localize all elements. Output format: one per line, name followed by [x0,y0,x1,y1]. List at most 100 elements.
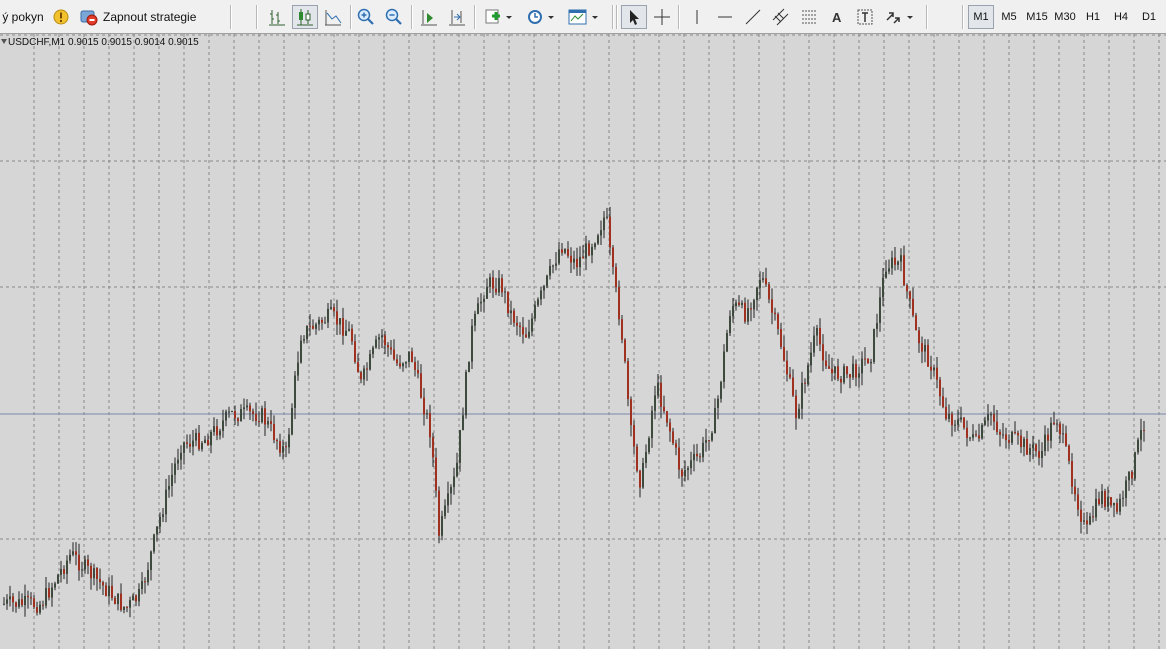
candle-body [534,305,536,319]
candle-body [447,493,449,506]
periods-button[interactable] [522,5,560,29]
candle-body [939,379,941,397]
chart-shift-button[interactable] [417,5,441,29]
candle-body [117,593,119,604]
candle-body [837,366,839,379]
candle-body [576,258,578,268]
candle-body [690,460,692,469]
timeframe-m30-button[interactable]: M30 [1052,5,1078,29]
candle-body [153,534,155,552]
price-chart[interactable] [0,34,1166,649]
new-order-button[interactable]: ý pokyn [0,5,46,29]
candle-body [489,277,491,287]
cursor-button[interactable] [621,5,647,29]
timeframe-m5-button[interactable]: M5 [996,5,1022,29]
text-label-button[interactable] [853,5,877,29]
timeframe-label: H4 [1113,11,1129,23]
alert-button[interactable] [50,5,72,29]
candle-body [1095,498,1097,518]
candle-chart-button[interactable] [292,5,318,29]
candle-body [1113,503,1115,506]
candle-body [1041,451,1043,458]
timeframe-m1-button[interactable]: M1 [968,5,994,29]
candle-body [30,597,32,599]
horizontal-line-button[interactable] [713,5,737,29]
candle-body [54,583,56,588]
candle-body [78,554,80,571]
candle-body [150,551,152,570]
timeframe-h4-button[interactable]: H4 [1108,5,1134,29]
candle-body [1107,497,1109,507]
candle-body [759,279,761,288]
candle-body [363,368,365,380]
candle-body [15,602,17,607]
arrows-button[interactable] [881,5,919,29]
candle-body [771,299,773,313]
candle-body [528,331,530,338]
candle-body [891,257,893,269]
timeframe-d1-button[interactable]: D1 [1136,5,1162,29]
candle-body [1125,480,1127,498]
candle-body [213,426,215,432]
text-button[interactable]: A [825,5,849,29]
zoom-in-button[interactable] [354,5,378,29]
zoom-out-button[interactable] [382,5,406,29]
candle-body [519,325,521,328]
candle-body [747,308,749,322]
candle-body [72,551,74,555]
candle-body [24,595,26,606]
candle-body [768,284,770,300]
candle-body [1035,444,1037,452]
candle-body [486,287,488,299]
strategy-icon [80,10,98,26]
timeframe-m15-button[interactable]: M15 [1024,5,1050,29]
text-label-icon [857,9,873,25]
trend-line-icon [745,9,761,25]
candle-body [849,374,851,378]
candle-body [729,316,731,334]
candle-body [585,243,587,259]
strategy-toggle-button[interactable]: Zapnout strategie [76,5,200,29]
toolbar-separator [678,5,680,29]
candle-body [903,255,905,286]
candle-body [240,409,242,422]
candle-body [312,325,314,329]
candle-body [828,366,830,369]
candle-body [870,361,872,364]
candle-body [543,286,545,291]
candle-body [819,328,821,345]
candle-body [846,366,848,375]
candle-body [705,440,707,443]
vertical-line-button[interactable] [685,5,709,29]
timeframe-h1-button[interactable]: H1 [1080,5,1106,29]
candle-body [390,347,392,350]
candle-body [297,362,299,376]
candle-body [147,569,149,583]
candle-body [132,595,134,601]
trend-line-button[interactable] [741,5,765,29]
crosshair-button[interactable] [650,5,674,29]
candle-body [186,442,188,444]
symbol-collapse-arrow-icon[interactable] [1,39,7,44]
candle-body [1071,461,1073,487]
templates-button[interactable] [564,5,604,29]
candle-body [354,341,356,362]
candle-body [360,372,362,380]
candle-body [21,599,23,606]
candle-body [834,366,836,374]
autoscroll-button[interactable] [445,5,469,29]
candle-body [942,396,944,407]
candle-body [1134,452,1136,479]
toolbar-separator [962,5,964,29]
candle-body [948,413,950,419]
candle-body [816,328,818,336]
bar-chart-button[interactable] [265,5,289,29]
line-chart-button[interactable] [321,5,345,29]
candle-body [654,395,656,411]
fibonacci-button[interactable] [797,5,821,29]
equidistant-channel-button[interactable] [769,5,793,29]
candle-body [1062,433,1064,435]
candle-body [129,600,131,608]
candle-body [45,588,47,606]
new-indicator-button[interactable] [480,5,518,29]
